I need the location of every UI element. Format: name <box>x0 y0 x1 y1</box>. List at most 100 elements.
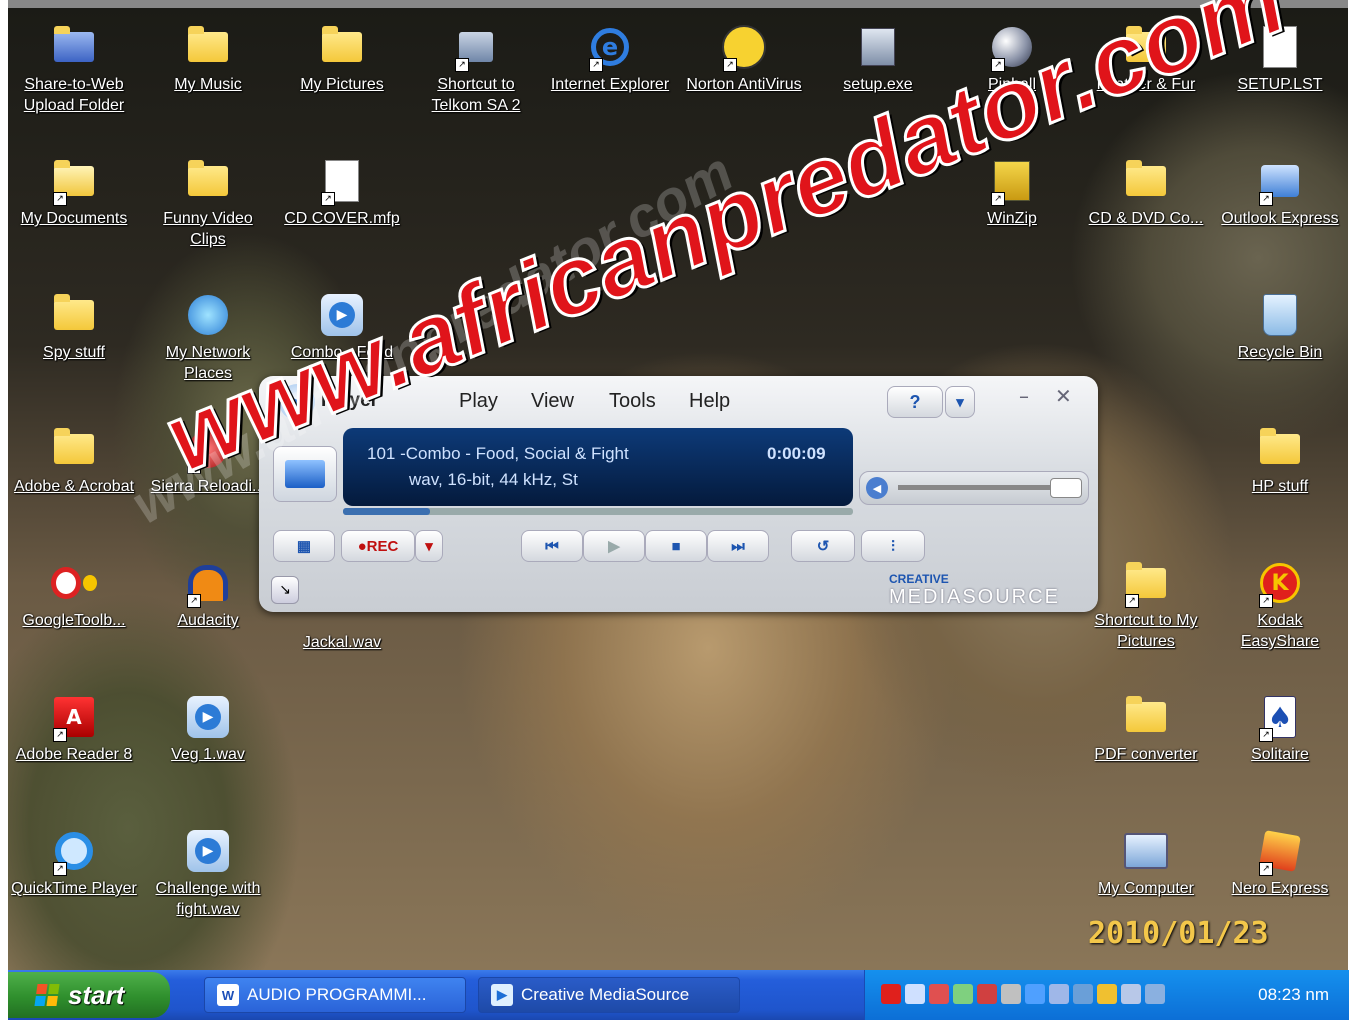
word-icon: W <box>217 984 239 1006</box>
desktop-icon-pdf-converter[interactable]: PDF converter <box>1082 694 1210 765</box>
icon-label: My Documents <box>20 210 128 227</box>
icon-label: Audacity <box>177 612 239 629</box>
desktop-icon-nero-express[interactable]: ↗ Nero Express <box>1216 828 1344 899</box>
tray-icon[interactable] <box>1025 984 1045 1004</box>
icon-label: PDF converter <box>1094 746 1198 763</box>
icon-label: Share-to-Web Upload Folder <box>23 76 125 114</box>
nero-icon: ↗ <box>1257 828 1303 876</box>
desktop-icon-adobe-reader[interactable]: A ↗ Adobe Reader 8 <box>10 694 138 765</box>
track-title: 101 -Combo - Food, Social & Fight <box>367 444 629 463</box>
switch-view-button[interactable]: ▦ <box>273 530 335 562</box>
desktop-icon-hp-stuff[interactable]: HP stuff <box>1216 426 1344 497</box>
record-button[interactable]: ●REC <box>341 530 415 562</box>
desktop-icon-kodak[interactable]: K ↗ Kodak EasyShare <box>1216 560 1344 652</box>
solitaire-icon: ♠ ↗ <box>1257 694 1303 742</box>
desktop-icon-funny-video[interactable]: Funny Video Clips <box>144 158 272 250</box>
pictures-folder-icon <box>319 24 365 70</box>
icon-label: GoogleToolb... <box>22 612 126 629</box>
folder-icon <box>1257 426 1303 472</box>
audacity-icon: ↗ <box>185 560 231 608</box>
icon-label: Kodak EasyShare <box>1240 612 1320 650</box>
setup-icon <box>855 24 901 70</box>
desktop-icon-my-music[interactable]: My Music <box>144 24 272 95</box>
desktop-icon-my-pictures[interactable]: My Pictures <box>278 24 406 95</box>
desktop-icon-share-to-web[interactable]: Share-to-Web Upload Folder <box>10 24 138 116</box>
icon-label: Recycle Bin <box>1237 344 1323 361</box>
equalizer-button[interactable]: ⫶ <box>861 530 925 562</box>
desktop-icon-recycle-bin[interactable]: Recycle Bin <box>1216 292 1344 363</box>
desktop-icon-norton[interactable]: ↗ Norton AntiVirus <box>680 24 808 95</box>
tray-icon[interactable] <box>1073 984 1093 1004</box>
taskbar-item-mediasource[interactable]: ▶ Creative MediaSource <box>478 977 740 1013</box>
tray-icon[interactable] <box>1145 984 1165 1004</box>
play-button[interactable]: ▶ <box>583 530 645 562</box>
menu-play[interactable]: Play <box>459 390 498 413</box>
desktop-icon-my-documents[interactable]: ↗ My Documents <box>10 158 138 229</box>
tray-icon[interactable] <box>1097 984 1117 1004</box>
desktop-icon-adobe-acrobat-folder[interactable]: Adobe & Acrobat <box>10 426 138 497</box>
network-tray-icon[interactable] <box>953 984 973 1004</box>
desktop-icon-cd-cover[interactable]: ↗ CD COVER.mfp <box>278 158 406 229</box>
icon-label: Jackal.wav <box>302 634 382 651</box>
help-button[interactable]: ? <box>887 386 943 418</box>
folder-icon <box>51 292 97 338</box>
tray-icon[interactable] <box>1121 984 1141 1004</box>
icon-label: Funny Video Clips <box>163 210 253 248</box>
internet-explorer-icon: e ↗ <box>587 24 633 72</box>
desktop-icon-internet-explorer[interactable]: e ↗ Internet Explorer <box>546 24 674 95</box>
desktop-icon-quicktime[interactable]: ↗ QuickTime Player <box>10 828 138 899</box>
stop-button[interactable]: ■ <box>645 530 707 562</box>
volume-slider-thumb[interactable] <box>1050 478 1083 498</box>
icon-label: My Computer <box>1097 880 1195 897</box>
monitor-tray-icon[interactable] <box>905 984 925 1004</box>
network-places-icon <box>185 292 231 338</box>
resize-mode-button[interactable]: ↘ <box>271 576 299 604</box>
menu-tools[interactable]: Tools <box>609 390 656 413</box>
desktop-icon-outlook-express[interactable]: ↗ Outlook Express <box>1216 158 1344 229</box>
record-dropdown-button[interactable]: ▾ <box>415 530 443 562</box>
desktop-icon-spy-stuff[interactable]: Spy stuff <box>10 292 138 363</box>
speaker-icon[interactable]: ◀ <box>866 477 888 499</box>
desktop-icon-my-computer[interactable]: My Computer <box>1082 828 1210 899</box>
tray-icon[interactable] <box>929 984 949 1004</box>
tray-icon[interactable] <box>1049 984 1069 1004</box>
desktop-icon-cd-dvd[interactable]: CD & DVD Co... <box>1082 158 1210 229</box>
folder-icon <box>1123 694 1169 740</box>
volume-control[interactable]: ◀ <box>859 471 1089 505</box>
desktop-icon-audacity[interactable]: ↗ Audacity <box>144 560 272 631</box>
help-dropdown-button[interactable]: ▾ <box>945 386 975 418</box>
brand-creative: CREATIVE <box>889 572 949 586</box>
desktop-icon-challenge-fight[interactable]: ▶ Challenge with fight.wav <box>144 828 272 920</box>
icon-label: WinZip <box>987 210 1037 227</box>
folder-icon <box>51 426 97 472</box>
icon-label: SETUP.LST <box>1237 76 1323 93</box>
desktop-icon-shortcut-my-pictures[interactable]: ↗ Shortcut to My Pictures <box>1082 560 1210 652</box>
start-button[interactable]: start <box>8 972 170 1018</box>
desktop-icon-solitaire[interactable]: ♠ ↗ Solitaire <box>1216 694 1344 765</box>
next-button[interactable]: ⏭ <box>707 530 769 562</box>
icon-label: Internet Explorer <box>550 76 670 93</box>
taskbar: start W AUDIO PROGRAMMI... ▶ Creative Me… <box>8 970 1349 1020</box>
elapsed-time: 0:00:09 <box>767 444 826 463</box>
taskbar-item-audio-programming[interactable]: W AUDIO PROGRAMMI... <box>204 977 466 1013</box>
clock[interactable]: 08:23 nm <box>1258 985 1329 1005</box>
security-tray-icon[interactable] <box>977 984 997 1004</box>
previous-button[interactable]: ⏮ <box>521 530 583 562</box>
menu-help[interactable]: Help <box>689 390 730 413</box>
minimize-icon[interactable]: – <box>1019 384 1029 408</box>
icon-label: Outlook Express <box>1221 210 1339 227</box>
icon-label: Nero Express <box>1231 880 1329 897</box>
repeat-button[interactable]: ↺ <box>791 530 855 562</box>
taskbar-item-label: Creative MediaSource <box>521 985 690 1004</box>
volume-tray-icon[interactable] <box>1001 984 1021 1004</box>
desktop-icon-veg1[interactable]: ▶ Veg 1.wav <box>144 694 272 765</box>
seek-bar[interactable] <box>343 508 853 515</box>
kodak-icon: K ↗ <box>1257 560 1303 608</box>
desktop-icon-google-toolbar[interactable]: GoogleToolb... <box>10 560 138 631</box>
kodak-tray-icon[interactable] <box>881 984 901 1004</box>
icon-label: HP stuff <box>1251 478 1309 495</box>
close-icon[interactable]: ✕ <box>1055 384 1072 408</box>
desktop-icon-telkom[interactable]: ↗ Shortcut to Telkom SA 2 <box>412 24 540 116</box>
media-file-icon: ▶ <box>185 694 231 740</box>
menu-view[interactable]: View <box>531 390 574 413</box>
